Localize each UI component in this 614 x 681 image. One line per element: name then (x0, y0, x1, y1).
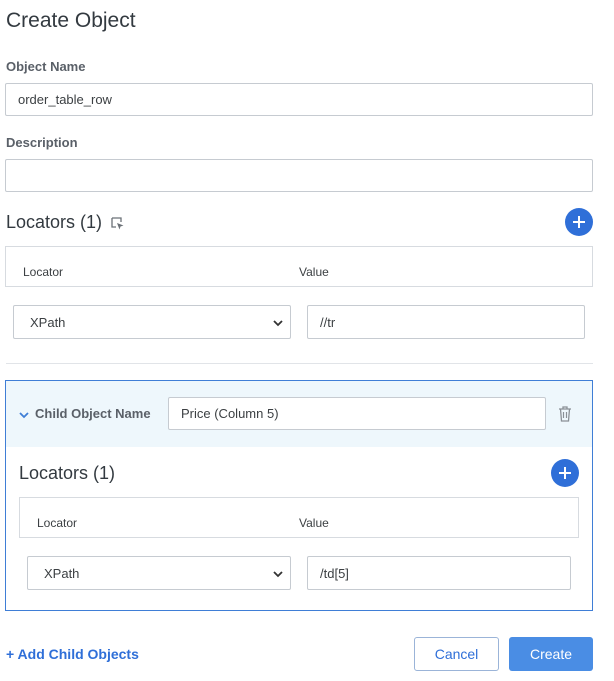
cancel-button[interactable]: Cancel (414, 637, 499, 671)
chevron-down-icon[interactable] (18, 409, 30, 421)
locators-table-header: Locator Value (5, 246, 593, 287)
page-title: Create Object (6, 9, 136, 32)
section-divider (6, 363, 593, 364)
child-object-header: Child Object Name (6, 381, 592, 447)
trash-icon[interactable] (557, 405, 573, 423)
locator-type-value: XPath (30, 314, 66, 330)
col-value-header: Value (299, 265, 329, 279)
plus-icon (559, 467, 571, 479)
locators-section-title: Locators (1) (6, 212, 125, 233)
add-child-locator-button[interactable] (551, 459, 579, 487)
chevron-down-icon (273, 571, 283, 578)
description-label: Description (6, 135, 78, 150)
create-button[interactable]: Create (509, 637, 593, 671)
child-object-panel: Child Object Name Locators (1) Locator V… (5, 380, 593, 611)
plus-icon (573, 216, 585, 228)
child-locator-value-input[interactable] (307, 556, 571, 590)
object-name-input[interactable] (5, 83, 593, 116)
child-locators-title: Locators (1) (19, 463, 116, 483)
child-object-name-label: Child Object Name (35, 406, 151, 421)
child-locator-type-select[interactable]: XPath (27, 556, 291, 590)
locators-title-text: Locators (1) (6, 212, 103, 232)
chevron-down-icon (273, 320, 283, 327)
col-locator-header: Locator (23, 265, 64, 279)
add-child-objects-link[interactable]: + Add Child Objects (6, 646, 139, 662)
child-col-locator-header: Locator (37, 516, 78, 530)
locator-value-input[interactable] (307, 305, 585, 339)
child-object-name-input[interactable] (168, 397, 546, 430)
description-input[interactable] (5, 159, 593, 192)
child-locators-table-header: Locator Value (19, 497, 579, 538)
add-locator-button[interactable] (565, 208, 593, 236)
locator-type-select[interactable]: XPath (13, 305, 291, 339)
child-col-value-header: Value (299, 516, 329, 530)
select-element-icon[interactable] (110, 215, 125, 230)
object-name-label: Object Name (6, 59, 86, 74)
child-locator-type-value: XPath (44, 565, 80, 581)
